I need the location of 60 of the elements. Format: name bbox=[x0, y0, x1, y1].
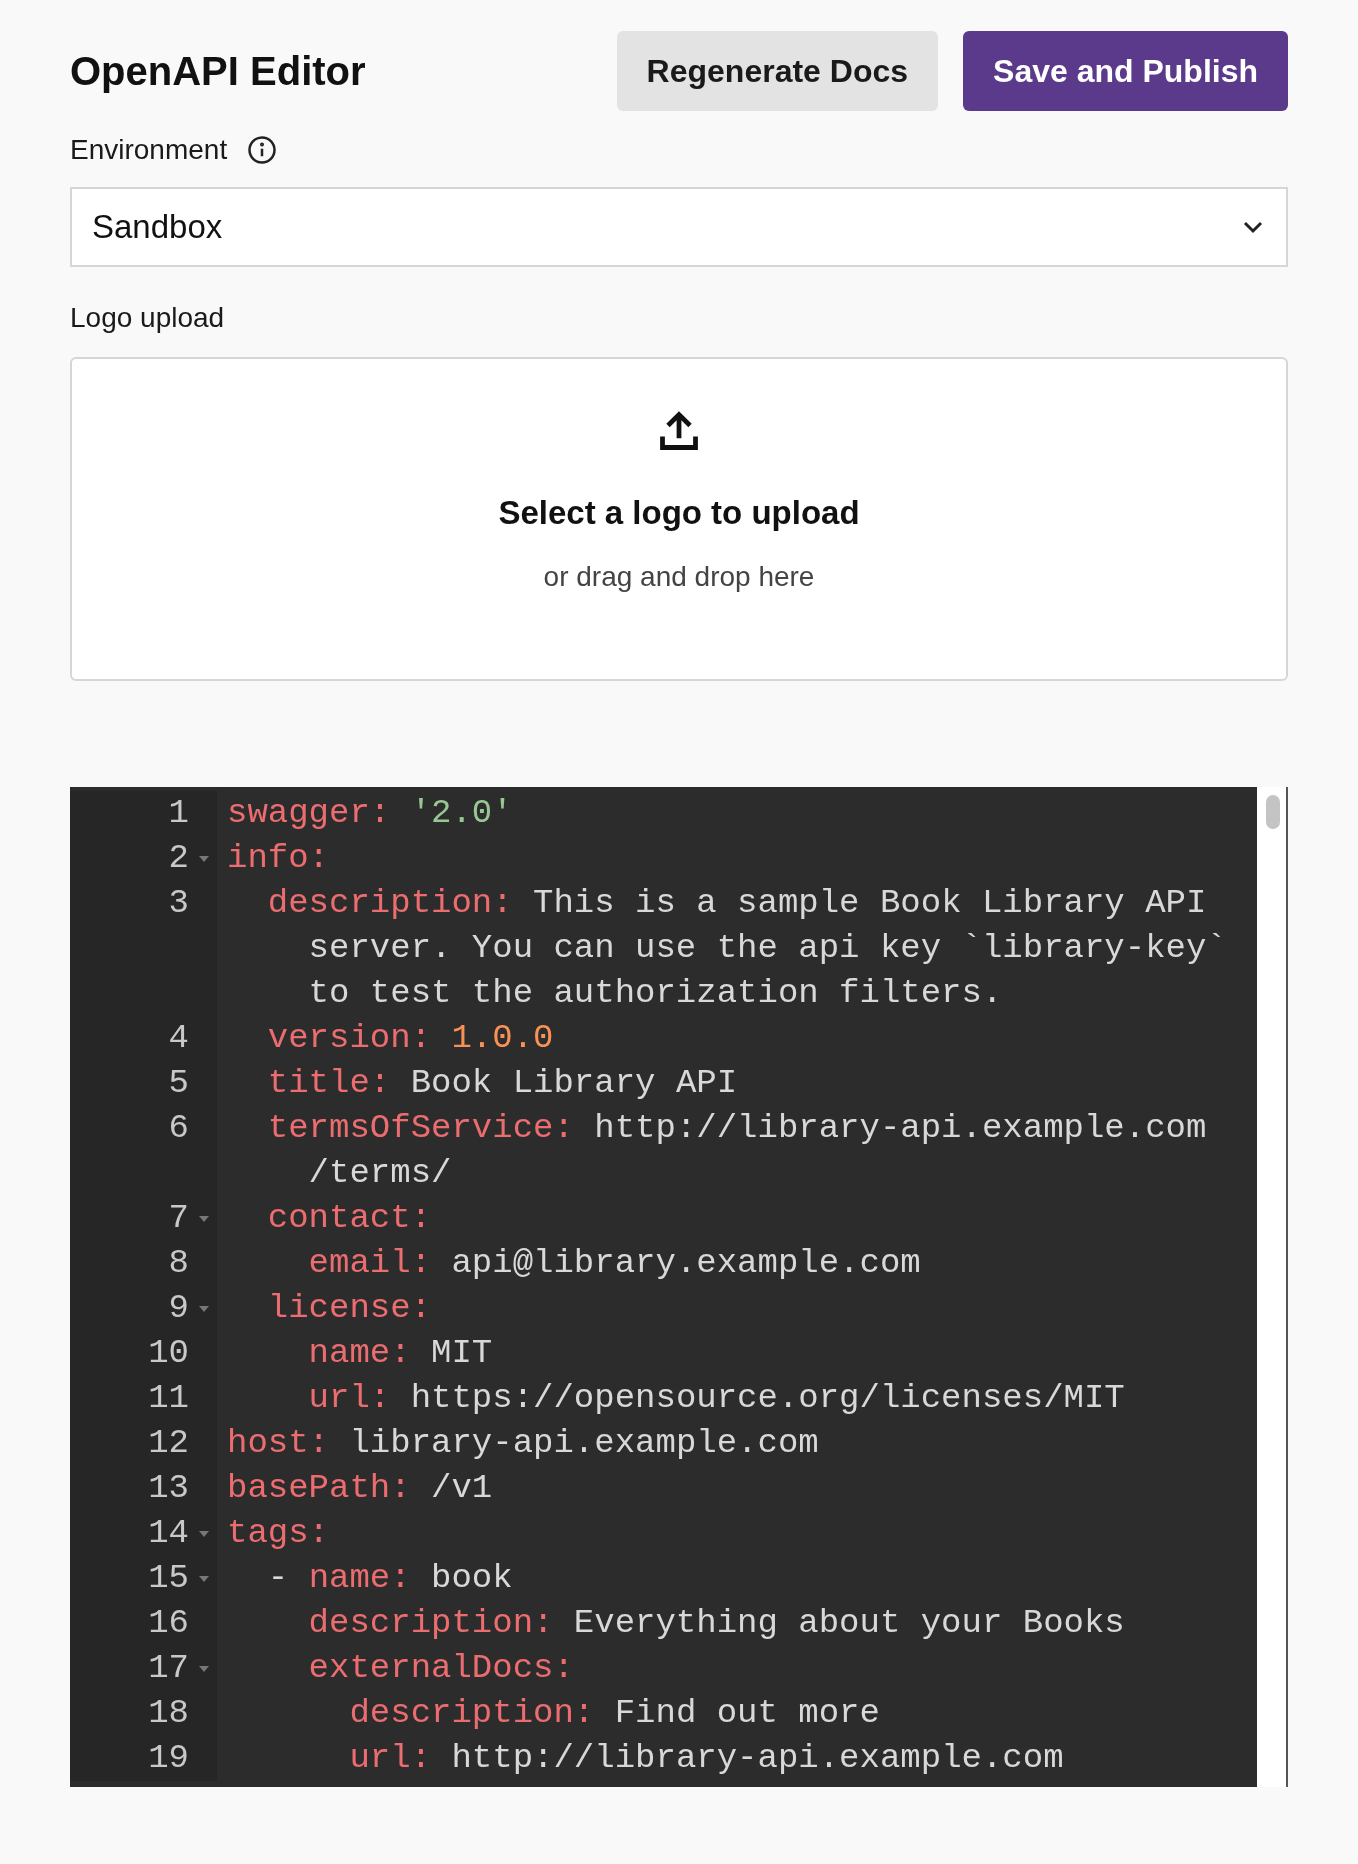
code-line: name: MIT bbox=[307, 1333, 493, 1374]
line-number: 5 bbox=[168, 1063, 189, 1104]
line-number: 12 bbox=[148, 1423, 189, 1464]
code-line: /terms/ bbox=[307, 1153, 452, 1194]
fold-caret-icon[interactable] bbox=[199, 855, 209, 862]
code-line: title: Book Library API bbox=[266, 1063, 738, 1104]
line-number: 2 bbox=[168, 838, 189, 879]
info-icon[interactable] bbox=[247, 135, 278, 165]
upload-dropzone[interactable]: Select a logo to upload or drag and drop here bbox=[70, 357, 1288, 681]
fold-caret-icon[interactable] bbox=[199, 1305, 209, 1312]
fold-caret-icon[interactable] bbox=[199, 1665, 209, 1672]
line-number: 18 bbox=[148, 1693, 189, 1734]
code-line: externalDocs: bbox=[307, 1648, 574, 1689]
upload-title: Select a logo to upload bbox=[498, 493, 860, 533]
line-number: 4 bbox=[168, 1018, 189, 1059]
line-number: 13 bbox=[148, 1468, 189, 1509]
code-line: url: http://library-api.example.com bbox=[348, 1738, 1064, 1779]
line-number: 11 bbox=[148, 1378, 189, 1419]
page-title: OpenAPI Editor bbox=[70, 48, 366, 95]
code-line: url: https://opensource.org/licenses/MIT bbox=[307, 1378, 1125, 1419]
line-number: 15 bbox=[148, 1558, 189, 1599]
upload-icon bbox=[657, 409, 701, 453]
field-label: Environment bbox=[70, 133, 228, 167]
code-line: email: api@library.example.com bbox=[307, 1243, 921, 1284]
action-button[interactable]: Regenerate Docs bbox=[616, 31, 939, 111]
code-line: contact: bbox=[266, 1198, 432, 1239]
line-number: 10 bbox=[148, 1333, 189, 1374]
code-line: description: This is a sample Book Library API bbox=[266, 883, 1207, 924]
code-line: server. You can use the api key `library-key` bbox=[307, 928, 1227, 969]
scrollbar-thumb[interactable] bbox=[1265, 795, 1280, 829]
upload-hint: or drag and drop here bbox=[543, 559, 815, 594]
fold-caret-icon[interactable] bbox=[199, 1530, 209, 1537]
line-number: 16 bbox=[148, 1603, 189, 1644]
line-number: 8 bbox=[168, 1243, 189, 1284]
field-label: Logo upload bbox=[70, 301, 226, 335]
line-number: 17 bbox=[148, 1648, 189, 1689]
line-number: 6 bbox=[168, 1108, 189, 1149]
environment-select[interactable]: Sandbox bbox=[70, 187, 1288, 267]
line-number: 3 bbox=[168, 883, 189, 924]
fold-caret-icon[interactable] bbox=[199, 1215, 209, 1222]
action-button[interactable]: Save and Publish bbox=[963, 31, 1288, 111]
code-line: info: bbox=[226, 838, 330, 879]
code-line: description: Everything about your Books bbox=[307, 1603, 1125, 1644]
code-line: - name: book bbox=[266, 1558, 513, 1599]
code-line: description: Find out more bbox=[348, 1693, 880, 1734]
code-line: version: 1.0.0 bbox=[266, 1018, 554, 1059]
code-line: termsOfService: http://library-api.example.com bbox=[266, 1108, 1207, 1149]
code-line: tags: bbox=[226, 1513, 330, 1554]
line-number: 19 bbox=[148, 1738, 189, 1779]
line-number: 1 bbox=[168, 793, 189, 834]
code-editor[interactable] bbox=[70, 787, 1257, 1787]
fold-caret-icon[interactable] bbox=[199, 1575, 209, 1582]
code-line: basePath: /v1 bbox=[226, 1468, 493, 1509]
code-line: to test the authorization filters. bbox=[307, 973, 1003, 1014]
line-number: 9 bbox=[168, 1288, 189, 1329]
line-number: 14 bbox=[148, 1513, 189, 1554]
code-line: host: library-api.example.com bbox=[226, 1423, 819, 1464]
code-line: license: bbox=[266, 1288, 432, 1329]
code-line: swagger: '2.0' bbox=[226, 793, 513, 834]
line-number: 7 bbox=[168, 1198, 189, 1239]
